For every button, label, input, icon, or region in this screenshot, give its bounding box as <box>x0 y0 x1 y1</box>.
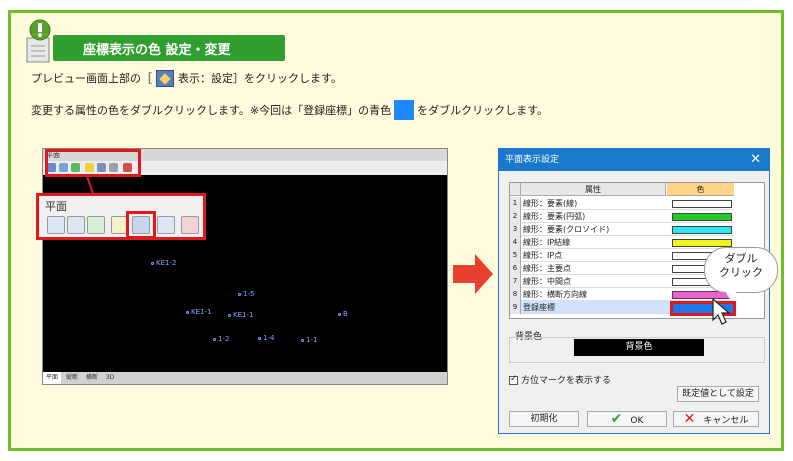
cross-icon: ✕ <box>683 411 696 427</box>
blue-swatch-icon <box>394 100 415 120</box>
tab-cross-section[interactable]: 横断 <box>83 372 101 384</box>
north-arrow-checkbox[interactable] <box>509 374 518 385</box>
mouse-cursor-icon <box>712 298 731 325</box>
toolbar-zoom-callout: 平面 <box>36 193 206 240</box>
row-number: 5 <box>510 249 521 262</box>
measure-icon[interactable] <box>157 216 175 234</box>
instruction-line-2: 変更する属性の色をダブルクリックします。※今回は「登録座標」の青色 をダブルクリッ… <box>31 100 549 121</box>
heading-title: 座標表示の色 設定・変更 <box>83 43 231 58</box>
close-icon[interactable]: ✕ <box>750 149 761 171</box>
view-tabs: 平面 縦断 横断 3D <box>43 372 447 384</box>
attribute-row[interactable]: 6 線形：主要点 <box>510 262 734 275</box>
preview-app-window: 平面 平面 KE1-2 1-5 KE1-1 KE1-1 B 1-2 1-4 1-… <box>36 148 448 385</box>
zoom-icon[interactable] <box>67 216 85 234</box>
row-number: 6 <box>510 262 521 275</box>
attribute-row[interactable]: 1 線形：要素(線) <box>510 197 734 210</box>
row-attribute-label: 線形：要素(円弧) <box>523 212 586 221</box>
erase-icon[interactable] <box>181 216 199 234</box>
refresh-icon[interactable] <box>87 216 105 234</box>
grid-header-num <box>510 183 521 196</box>
lightbulb-icon <box>26 19 51 63</box>
dialog-title: 平面表示設定 <box>505 155 560 165</box>
plot-point: 1-1 <box>301 336 317 344</box>
attribute-row[interactable]: 9 登録座標 <box>510 301 736 316</box>
bubble-line-1: ダブル <box>724 252 758 265</box>
plot-point: 1-4 <box>258 334 274 342</box>
row-color-swatch[interactable] <box>672 200 732 208</box>
instruction-2-suffix: をダブルクリックします。 <box>417 104 549 117</box>
tab-longitudinal[interactable]: 縦断 <box>63 372 81 384</box>
attribute-row[interactable]: 8 線形：横断方向線 <box>510 288 734 301</box>
tab-3d[interactable]: 3D <box>103 372 117 384</box>
instruction-line-1: プレビュー画面上部の［ 表示：設定］をクリックします。 <box>31 69 342 88</box>
bg-color-swatch[interactable]: 背景色 <box>574 339 704 356</box>
double-click-bubble: ダブル クリック <box>704 247 778 301</box>
attribute-row[interactable]: 7 線形：中間点 <box>510 275 734 288</box>
display-settings-highlight <box>126 211 156 239</box>
initialize-button[interactable]: 初期化 <box>509 411 579 427</box>
ok-label: OK <box>630 416 644 426</box>
row-number: 7 <box>510 275 521 288</box>
row-color-swatch[interactable] <box>672 226 732 234</box>
row-attribute-label: 線形：中間点 <box>523 277 571 286</box>
heading-bar: 座標表示の色 設定・変更 <box>53 35 285 61</box>
grid-header-color: 色 <box>667 183 734 196</box>
bubble-line-2: クリック <box>719 266 763 279</box>
cancel-button[interactable]: ✕ キャンセル <box>673 411 759 427</box>
row-color-swatch[interactable] <box>672 213 732 221</box>
tutorial-frame: 座標表示の色 設定・変更 プレビュー画面上部の［ 表示：設定］をクリックします。 … <box>8 10 784 451</box>
plot-point: B <box>338 310 348 318</box>
display-settings-icon <box>156 69 174 87</box>
instruction-1-suffix: 表示：設定］をクリックします。 <box>178 72 342 85</box>
set-default-button[interactable]: 既定値として設定 <box>677 386 759 402</box>
row-attribute-label: 登録座標 <box>523 303 555 312</box>
row-number: 3 <box>510 223 521 236</box>
instruction-2-prefix: 変更する属性の色をダブルクリックします。※今回は「登録座標」の青色 <box>31 104 392 117</box>
next-step-arrow-icon <box>453 254 493 294</box>
row-number: 4 <box>510 236 521 249</box>
attribute-row[interactable]: 2 線形：要素(円弧) <box>510 210 734 223</box>
plot-point: 1-5 <box>238 290 254 298</box>
check-icon: ✔ <box>610 411 623 427</box>
cancel-label: キャンセル <box>703 416 749 426</box>
grid-header-attr: 属性 <box>521 183 666 196</box>
attribute-row[interactable]: 5 線形：IP点 <box>510 249 734 262</box>
north-arrow-checkbox-row[interactable]: 方位マークを表示する <box>509 373 611 386</box>
print-icon[interactable] <box>47 216 65 234</box>
plot-point: KE1-1 <box>228 311 253 319</box>
grid-header: 属性 色 <box>510 183 764 196</box>
row-number: 1 <box>510 197 521 210</box>
row-attribute-label: 線形：IP結線 <box>523 238 571 247</box>
dialog-title-bar: 平面表示設定 ✕ <box>499 149 769 171</box>
row-number: 2 <box>510 210 521 223</box>
instruction-1-prefix: プレビュー画面上部の［ <box>31 72 152 85</box>
attribute-row[interactable]: 3 線形：要素(クロソイド) <box>510 223 734 236</box>
row-attribute-label: 線形：IP点 <box>523 251 563 260</box>
plot-point: 1-2 <box>213 335 229 343</box>
plot-point: KE1-2 <box>151 259 176 267</box>
row-number: 8 <box>510 288 521 301</box>
attribute-row[interactable]: 4 線形：IP結線 <box>510 236 734 249</box>
tab-plan[interactable]: 平面 <box>43 372 62 384</box>
ok-button[interactable]: ✔ OK <box>587 411 667 427</box>
row-attribute-label: 線形：主要点 <box>523 264 571 273</box>
row-attribute-label: 線形：横断方向線 <box>523 290 587 299</box>
callout-label: 平面 <box>45 200 67 213</box>
row-color-swatch[interactable] <box>672 239 732 247</box>
north-arrow-checkbox-label: 方位マークを表示する <box>521 376 612 386</box>
plot-point: KE1-1 <box>186 308 211 316</box>
row-attribute-label: 線形：要素(クロソイド) <box>523 225 610 234</box>
row-number: 9 <box>510 301 521 314</box>
toolbar-highlight <box>45 149 141 177</box>
row-attribute-label: 線形：要素(線) <box>523 199 578 208</box>
